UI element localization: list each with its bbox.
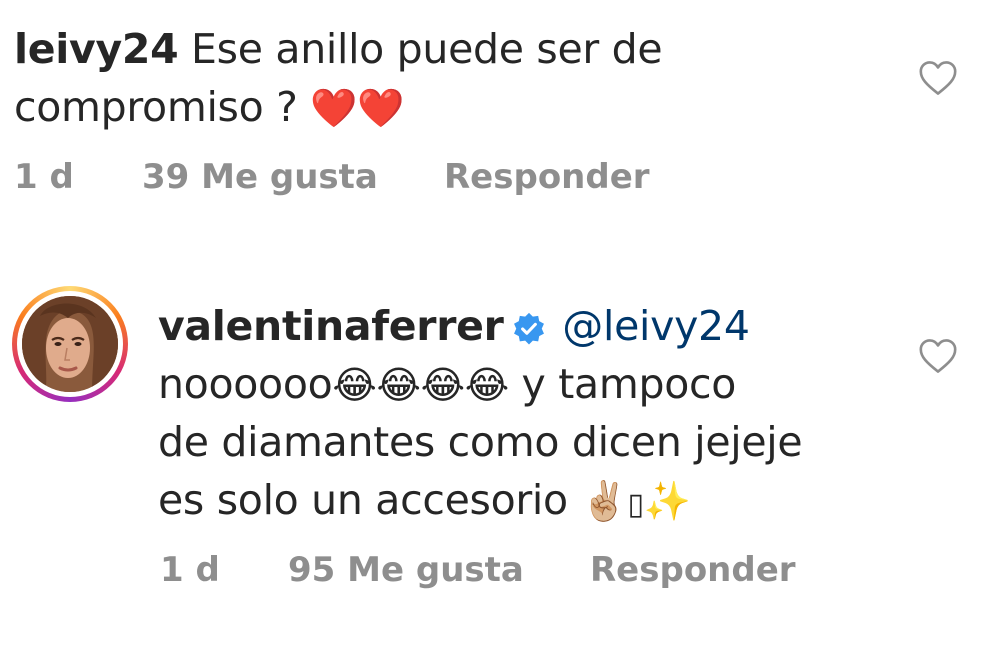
comment-time: 1 d [160,550,220,590]
avatar-ring-gap [17,291,123,397]
comment-valentinaferrer: valentinaferrer @leivy24 noooooo😂😂😂😂 y t… [0,270,984,650]
missing-glyph: ▯ [627,487,645,522]
comment-username[interactable]: valentinaferrer [158,302,504,350]
comment-leivy24: leivy24 Ese anillo puede ser de compromi… [0,0,984,240]
sparkles-emoji: ✨ [643,479,691,523]
comment-likes[interactable]: 39 Me gusta [142,157,444,197]
verified-badge-icon [513,312,544,345]
comment-body-line3: de diamantes como dicen jejeje [158,418,803,466]
reply-button[interactable]: Responder [590,550,796,590]
laughing-emoji: 😂😂😂😂 [332,363,509,407]
heart-outline-icon[interactable] [918,60,958,96]
comment-time: 1 d [14,157,74,197]
avatar-story-ring[interactable] [12,286,128,402]
comment-likes[interactable]: 95 Me gusta [288,550,590,590]
reply-button[interactable]: Responder [444,157,650,197]
comment-text: leivy24 Ese anillo puede ser de compromi… [14,20,874,136]
heart-emoji: ❤️❤️ [310,86,405,130]
comment-username[interactable]: leivy24 [14,25,179,73]
comment-body-line2: noooooo [158,360,333,408]
profile-photo-avatar [22,296,118,392]
heart-outline-icon[interactable] [918,338,958,374]
comment-meta: 1 d 39 Me gusta Responder [14,157,650,197]
comment-body-line2: compromiso ? [14,83,311,131]
avatar[interactable] [22,296,118,392]
comment-body-line4: es solo un accesorio [158,476,581,524]
victory-hand-emoji: ✌🏼 [580,479,628,523]
comment-text: valentinaferrer @leivy24 noooooo😂😂😂😂 y t… [158,297,898,534]
mention-link[interactable]: @leivy24 [562,302,750,350]
comment-body-line2-rest: y tampoco [508,360,737,408]
comment-meta: 1 d 95 Me gusta Responder [160,550,796,590]
comment-body-line1: Ese anillo puede ser de [178,25,663,73]
